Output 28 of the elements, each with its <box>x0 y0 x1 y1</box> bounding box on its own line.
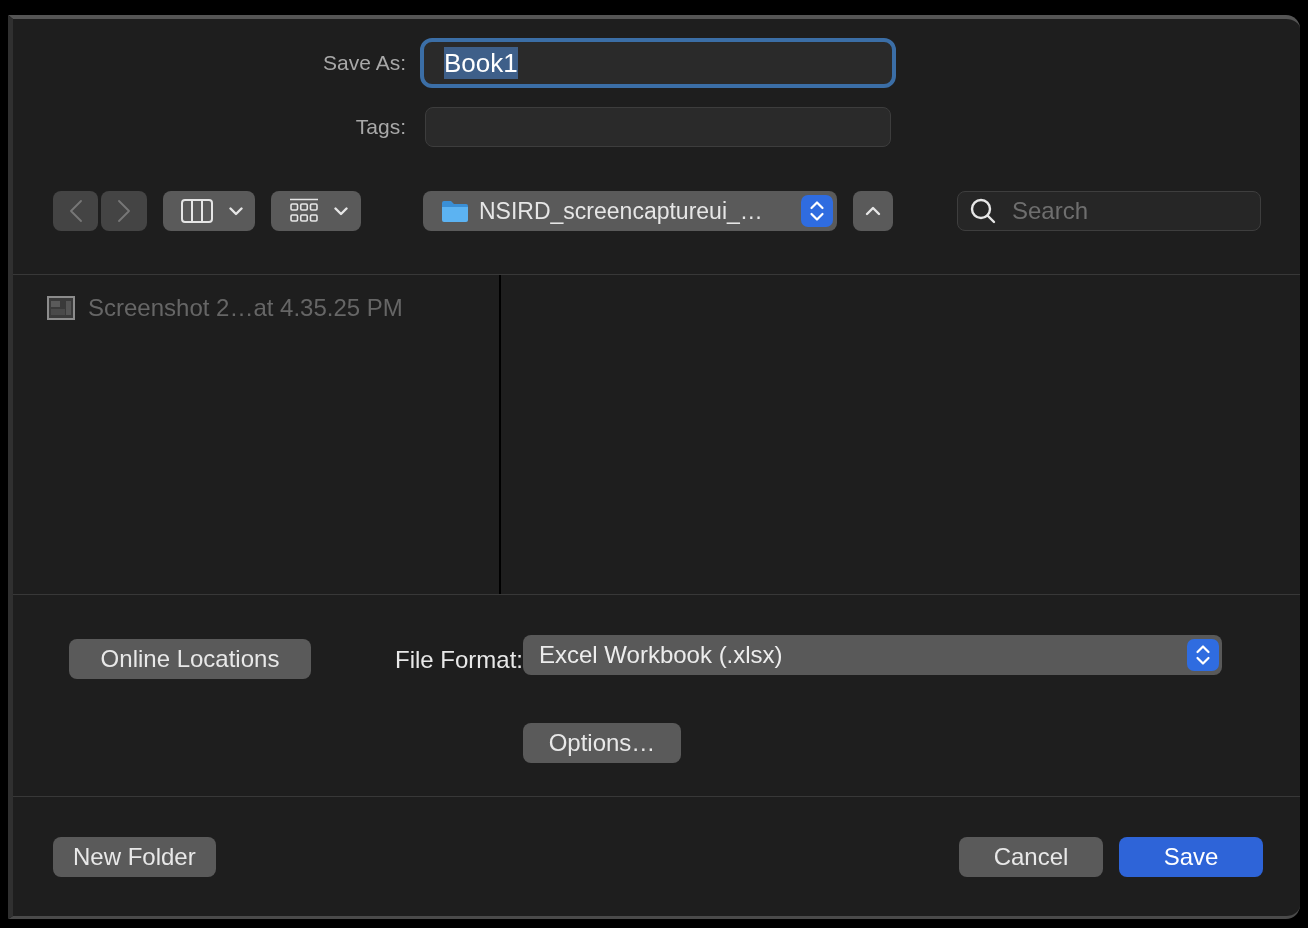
grid-icon <box>289 198 319 224</box>
save-as-label: Save As: <box>322 50 406 77</box>
search-icon <box>970 198 996 224</box>
save-button[interactable]: Save <box>1119 837 1263 877</box>
search-field[interactable]: Search <box>957 191 1261 231</box>
chevron-down-icon <box>229 206 243 216</box>
stepper-icon <box>801 195 833 227</box>
folder-icon <box>441 199 469 223</box>
location-popup[interactable]: NSIRD_screencaptureui_… <box>423 191 837 231</box>
tags-field[interactable] <box>425 107 891 147</box>
file-format-label: File Format: <box>394 645 523 675</box>
chevron-left-icon <box>69 200 82 222</box>
column-view-button[interactable] <box>163 191 255 231</box>
chevron-up-icon <box>865 206 881 216</box>
options-button[interactable]: Options… <box>523 723 681 763</box>
filename-field[interactable]: Book1 <box>420 38 896 88</box>
file-format-popup[interactable]: Excel Workbook (.xlsx) <box>523 635 1222 675</box>
columns-icon <box>181 199 213 223</box>
icon-view-button[interactable] <box>271 191 361 231</box>
up-button[interactable] <box>853 191 893 231</box>
online-locations-button[interactable]: Online Locations <box>69 639 311 679</box>
chevron-right-icon <box>118 200 130 222</box>
stepper-icon <box>1187 639 1219 671</box>
tags-label: Tags: <box>354 114 406 141</box>
image-file-icon <box>47 296 75 320</box>
footer-button[interactable]: Cancel <box>959 837 1103 877</box>
chevron-down-icon <box>334 206 348 216</box>
footer-button[interactable]: New Folder <box>53 837 216 877</box>
